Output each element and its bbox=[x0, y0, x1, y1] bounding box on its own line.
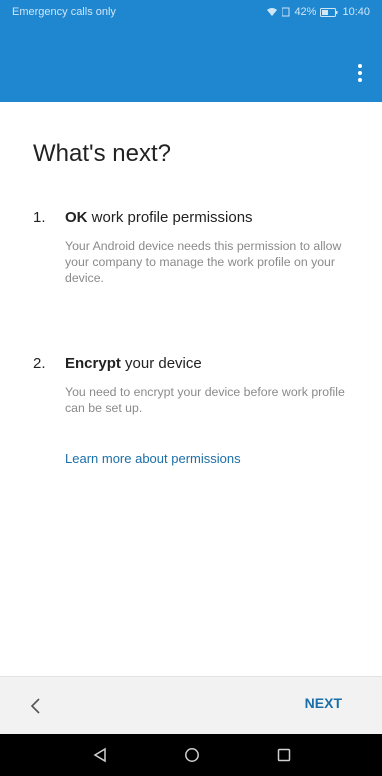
wifi-icon bbox=[266, 6, 278, 18]
step-heading: Encrypt your device bbox=[65, 355, 202, 372]
chevron-left-icon bbox=[30, 698, 40, 714]
clock: 10:40 bbox=[342, 6, 370, 18]
battery-percent: 42% bbox=[294, 6, 317, 18]
overflow-menu-button[interactable] bbox=[350, 60, 370, 86]
step-number: 2. bbox=[33, 355, 46, 372]
next-button[interactable]: NEXT bbox=[305, 695, 342, 711]
status-indicators: 42% 10:40 bbox=[266, 6, 370, 18]
overflow-menu-icon bbox=[358, 64, 362, 68]
signal-icon bbox=[282, 6, 290, 18]
step-heading-rest: work profile permissions bbox=[87, 209, 253, 226]
step-heading-bold: Encrypt bbox=[65, 355, 121, 372]
step-heading: OK work profile permissions bbox=[65, 209, 253, 226]
nav-home-button[interactable] bbox=[180, 744, 204, 766]
step-description: Your Android device needs this permissio… bbox=[65, 239, 342, 285]
nav-back-button[interactable] bbox=[88, 744, 112, 766]
system-nav-bar bbox=[0, 734, 382, 776]
step-number: 1. bbox=[33, 209, 46, 226]
step-description: You need to encrypt your device before w… bbox=[65, 385, 345, 415]
nav-back-icon bbox=[93, 747, 106, 763]
status-bar: Emergency calls only 42% 10:40 bbox=[0, 0, 382, 44]
carrier-text: Emergency calls only bbox=[12, 6, 116, 18]
step-heading-bold: OK bbox=[65, 209, 88, 226]
page-title: What's next? bbox=[33, 140, 171, 167]
step-heading-rest: your device bbox=[120, 355, 202, 372]
overflow-menu-dot bbox=[358, 71, 362, 75]
back-button[interactable] bbox=[20, 691, 50, 721]
nav-recents-icon bbox=[277, 748, 291, 762]
nav-recents-button[interactable] bbox=[272, 744, 296, 766]
app-bar bbox=[0, 44, 382, 102]
bottom-action-bar: NEXT bbox=[0, 676, 382, 734]
battery-icon bbox=[320, 6, 338, 18]
nav-home-icon bbox=[185, 748, 199, 762]
learn-more-link[interactable]: Learn more about permissions bbox=[65, 451, 241, 466]
overflow-menu-dot bbox=[358, 78, 362, 82]
